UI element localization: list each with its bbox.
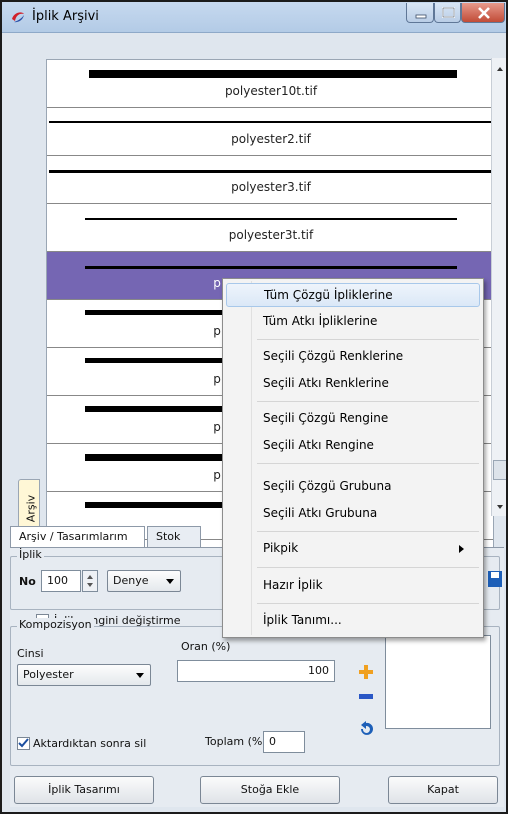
maximize-button[interactable]	[434, 3, 461, 23]
menu-separator	[257, 567, 479, 568]
maximize-icon	[442, 7, 455, 18]
scroll-down-icon[interactable]	[495, 502, 505, 512]
yarn-item[interactable]: polyester2.tif	[47, 108, 493, 156]
close-button[interactable]: Kapat	[388, 776, 498, 804]
title-bar: İplik Arşivi	[2, 2, 506, 33]
remove-after-checkbox[interactable]	[17, 737, 30, 750]
yarn-design-button[interactable]: İplik Tasarımı	[14, 776, 154, 804]
menu-item-selected-warp-color[interactable]: Seçili Çözgü Rengine	[226, 407, 480, 431]
menu-item-all-weft[interactable]: Tüm Atkı İpliklerine	[226, 310, 480, 334]
ratio-label: Oran (%)	[181, 640, 231, 653]
window: İplik Arşivi polyester10t.tif polyester2…	[0, 0, 508, 814]
chevron-down-icon	[166, 579, 174, 584]
undo-icon[interactable]	[357, 721, 375, 737]
window-title: İplik Arşivi	[32, 9, 99, 24]
total-input[interactable]: 0	[263, 731, 305, 753]
composition-list[interactable]	[385, 635, 491, 729]
minimize-button[interactable]	[406, 3, 434, 23]
yarn-item[interactable]: polyester10t.tif	[47, 60, 493, 108]
context-menu: Tüm Çözgü İpliklerine Tüm Atkı İplikleri…	[222, 278, 484, 638]
yarn-line	[85, 266, 457, 269]
close-icon	[478, 7, 490, 19]
yarn-item[interactable]: polyester3.tif	[47, 156, 493, 204]
no-label: No	[19, 575, 36, 588]
remove-icon[interactable]	[359, 689, 373, 703]
no-spinner[interactable]	[82, 570, 98, 592]
menu-separator	[257, 531, 479, 532]
minimize-icon	[415, 14, 427, 19]
yarn-item[interactable]: polyester3t.tif	[47, 204, 493, 252]
ratio-input[interactable]: 100	[177, 660, 335, 682]
type-dropdown[interactable]: Polyester	[17, 664, 151, 686]
tab-stock[interactable]: Stok	[147, 526, 201, 548]
app-icon	[12, 12, 24, 23]
composition-legend: Kompozisyon	[17, 618, 94, 631]
yarn-line	[85, 218, 457, 220]
menu-separator	[257, 463, 479, 464]
menu-item-selected-weft-color[interactable]: Seçili Atkı Rengine	[226, 434, 480, 458]
menu-item-ready-yarn[interactable]: Hazır İplik	[226, 574, 480, 598]
tab-archive-designs[interactable]: Arşiv / Tasarımlarım	[10, 526, 145, 548]
menu-item-yarn-definition[interactable]: İplik Tanımı...	[226, 609, 480, 633]
yarn-name: polyester2.tif	[231, 132, 311, 146]
add-icon[interactable]	[359, 665, 373, 679]
no-input[interactable]: 100	[41, 570, 81, 592]
menu-item-selected-warp-colors[interactable]: Seçili Çözgü Renklerine	[226, 345, 480, 369]
spinner-arrows-icon	[87, 575, 93, 587]
scroll-up-icon[interactable]	[495, 64, 505, 74]
menu-item-all-warp[interactable]: Tüm Çözgü İpliklerine	[226, 283, 480, 307]
menu-separator	[257, 339, 479, 340]
save-icon[interactable]	[488, 570, 502, 588]
list-scrollbar[interactable]	[491, 58, 506, 516]
yarn-line	[49, 170, 493, 173]
add-to-stock-button[interactable]: Stoğa Ekle	[200, 776, 340, 804]
close-window-button[interactable]	[461, 3, 505, 23]
yarn-name: polyester3t.tif	[228, 228, 314, 242]
menu-item-selected-warp-group[interactable]: Seçili Çözgü Grubuna	[226, 475, 480, 499]
chevron-down-icon	[136, 673, 144, 678]
unit-value: Denye	[113, 574, 149, 587]
type-value: Polyester	[23, 668, 74, 681]
menu-item-selected-weft-colors[interactable]: Seçili Atkı Renklerine	[226, 372, 480, 396]
submenu-arrow-icon	[459, 545, 464, 553]
menu-item-pikpik[interactable]: Pikpik	[226, 537, 480, 561]
menu-separator	[257, 603, 479, 604]
yarn-line	[89, 70, 457, 78]
composition-group: Kompozisyon Cinsi Polyester Oran (%) 100…	[10, 618, 500, 766]
yarn-line	[49, 121, 493, 123]
yarn-group-legend: İplik	[17, 548, 44, 561]
remove-after-label: Aktardıktan sonra sil	[33, 737, 147, 750]
menu-item-selected-weft-group[interactable]: Seçili Atkı Grubuna	[226, 502, 480, 526]
scrollbar-thumb[interactable]	[493, 460, 506, 480]
menu-separator	[257, 401, 479, 402]
unit-dropdown[interactable]: Denye	[107, 570, 181, 592]
type-label: Cinsi	[17, 647, 44, 660]
yarn-name: polyester3.tif	[231, 180, 311, 194]
total-label: Toplam (%)	[205, 735, 267, 748]
yarn-name: polyester10t.tif	[224, 84, 318, 98]
check-icon	[18, 738, 29, 748]
